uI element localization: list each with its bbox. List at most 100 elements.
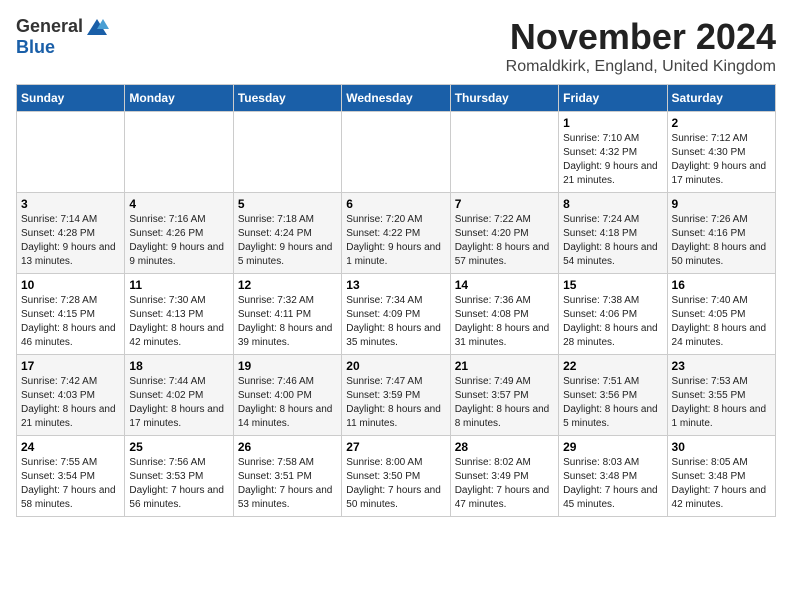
header-cell-monday: Monday (125, 85, 233, 112)
day-number: 4 (129, 197, 228, 211)
day-info: Sunrise: 7:20 AM Sunset: 4:22 PM Dayligh… (346, 213, 445, 269)
logo-general: General (16, 16, 83, 37)
day-info: Sunrise: 7:22 AM Sunset: 4:20 PM Dayligh… (455, 213, 554, 269)
day-info: Sunrise: 7:30 AM Sunset: 4:13 PM Dayligh… (129, 294, 228, 350)
day-info: Sunrise: 8:00 AM Sunset: 3:50 PM Dayligh… (346, 456, 445, 512)
day-info: Sunrise: 7:18 AM Sunset: 4:24 PM Dayligh… (238, 213, 337, 269)
day-number: 13 (346, 278, 445, 292)
day-cell: 3Sunrise: 7:14 AM Sunset: 4:28 PM Daylig… (17, 193, 125, 274)
day-number: 16 (672, 278, 771, 292)
logo: General Blue (16, 16, 109, 58)
day-number: 7 (455, 197, 554, 211)
day-info: Sunrise: 7:10 AM Sunset: 4:32 PM Dayligh… (563, 132, 662, 188)
header-row: SundayMondayTuesdayWednesdayThursdayFrid… (17, 85, 776, 112)
day-number: 18 (129, 359, 228, 373)
day-cell: 19 Sunrise: 7:46 AM Sunset: 4:00 PM Dayli… (233, 355, 341, 436)
day-cell (125, 112, 233, 193)
day-number: 29 (563, 440, 662, 454)
day-info: Sunrise: 7:24 AM Sunset: 4:18 PM Dayligh… (563, 213, 662, 269)
day-info: Sunrise: 7:44 AM Sunset: 4:02 PM Dayligh… (129, 375, 228, 431)
day-info: Sunrise: 8:03 AM Sunset: 3:48 PM Dayligh… (563, 456, 662, 512)
day-cell: 23 Sunrise: 7:53 AM Sunset: 3:55 PM Dayli… (667, 355, 775, 436)
header-cell-friday: Friday (559, 85, 667, 112)
day-cell (17, 112, 125, 193)
day-number: 12 (238, 278, 337, 292)
day-cell: 11Sunrise: 7:30 AM Sunset: 4:13 PM Dayli… (125, 274, 233, 355)
day-cell: 21 Sunrise: 7:49 AM Sunset: 3:57 PM Dayli… (450, 355, 558, 436)
day-number: 5 (238, 197, 337, 211)
day-number: 2 (672, 116, 771, 130)
header-cell-sunday: Sunday (17, 85, 125, 112)
week-row: 24Sunrise: 7:55 AM Sunset: 3:54 PM Dayli… (17, 436, 776, 517)
week-row: 1 Sunrise: 7:10 AM Sunset: 4:32 PM Daylig… (17, 112, 776, 193)
day-number: 26 (238, 440, 337, 454)
day-number: 19 (238, 359, 337, 373)
month-title: November 2024 (506, 16, 776, 58)
day-cell: 12 Sunrise: 7:32 AM Sunset: 4:11 PM Dayli… (233, 274, 341, 355)
day-cell: 29 Sunrise: 8:03 AM Sunset: 3:48 PM Dayli… (559, 436, 667, 517)
day-number: 10 (21, 278, 120, 292)
day-cell (342, 112, 450, 193)
day-cell: 17Sunrise: 7:42 AM Sunset: 4:03 PM Dayli… (17, 355, 125, 436)
day-cell: 22 Sunrise: 7:51 AM Sunset: 3:56 PM Dayli… (559, 355, 667, 436)
day-info: Sunrise: 8:05 AM Sunset: 3:48 PM Dayligh… (672, 456, 771, 512)
day-cell: 28Sunrise: 8:02 AM Sunset: 3:49 PM Dayli… (450, 436, 558, 517)
day-cell: 30Sunrise: 8:05 AM Sunset: 3:48 PM Dayli… (667, 436, 775, 517)
day-number: 28 (455, 440, 554, 454)
day-info: Sunrise: 7:26 AM Sunset: 4:16 PM Dayligh… (672, 213, 771, 269)
day-info: Sunrise: 7:32 AM Sunset: 4:11 PM Dayligh… (238, 294, 337, 350)
day-cell: 8 Sunrise: 7:24 AM Sunset: 4:18 PM Daylig… (559, 193, 667, 274)
week-row: 3Sunrise: 7:14 AM Sunset: 4:28 PM Daylig… (17, 193, 776, 274)
day-cell: 5 Sunrise: 7:18 AM Sunset: 4:24 PM Daylig… (233, 193, 341, 274)
day-cell: 2 Sunrise: 7:12 AM Sunset: 4:30 PM Daylig… (667, 112, 775, 193)
day-number: 27 (346, 440, 445, 454)
day-info: Sunrise: 7:53 AM Sunset: 3:55 PM Dayligh… (672, 375, 771, 431)
day-info: Sunrise: 7:42 AM Sunset: 4:03 PM Dayligh… (21, 375, 120, 431)
day-info: Sunrise: 7:40 AM Sunset: 4:05 PM Dayligh… (672, 294, 771, 350)
day-number: 21 (455, 359, 554, 373)
day-info: Sunrise: 7:46 AM Sunset: 4:00 PM Dayligh… (238, 375, 337, 431)
day-cell (450, 112, 558, 193)
day-cell: 6 Sunrise: 7:20 AM Sunset: 4:22 PM Daylig… (342, 193, 450, 274)
week-row: 17Sunrise: 7:42 AM Sunset: 4:03 PM Dayli… (17, 355, 776, 436)
day-info: Sunrise: 7:28 AM Sunset: 4:15 PM Dayligh… (21, 294, 120, 350)
day-number: 25 (129, 440, 228, 454)
day-cell: 27 Sunrise: 8:00 AM Sunset: 3:50 PM Dayli… (342, 436, 450, 517)
day-cell: 7 Sunrise: 7:22 AM Sunset: 4:20 PM Daylig… (450, 193, 558, 274)
day-cell (233, 112, 341, 193)
day-number: 9 (672, 197, 771, 211)
day-info: Sunrise: 7:16 AM Sunset: 4:26 PM Dayligh… (129, 213, 228, 269)
day-number: 24 (21, 440, 120, 454)
day-cell: 25 Sunrise: 7:56 AM Sunset: 3:53 PM Dayli… (125, 436, 233, 517)
header-cell-thursday: Thursday (450, 85, 558, 112)
header-cell-tuesday: Tuesday (233, 85, 341, 112)
location-title: Romaldkirk, England, United Kingdom (506, 58, 776, 76)
day-number: 23 (672, 359, 771, 373)
day-number: 8 (563, 197, 662, 211)
day-info: Sunrise: 7:51 AM Sunset: 3:56 PM Dayligh… (563, 375, 662, 431)
day-cell: 9 Sunrise: 7:26 AM Sunset: 4:16 PM Daylig… (667, 193, 775, 274)
day-cell: 10 Sunrise: 7:28 AM Sunset: 4:15 PM Dayli… (17, 274, 125, 355)
day-info: Sunrise: 7:12 AM Sunset: 4:30 PM Dayligh… (672, 132, 771, 188)
day-number: 6 (346, 197, 445, 211)
day-info: Sunrise: 7:36 AM Sunset: 4:08 PM Dayligh… (455, 294, 554, 350)
header-cell-wednesday: Wednesday (342, 85, 450, 112)
day-number: 15 (563, 278, 662, 292)
day-info: Sunrise: 7:49 AM Sunset: 3:57 PM Dayligh… (455, 375, 554, 431)
day-info: Sunrise: 7:58 AM Sunset: 3:51 PM Dayligh… (238, 456, 337, 512)
day-number: 22 (563, 359, 662, 373)
day-info: Sunrise: 7:47 AM Sunset: 3:59 PM Dayligh… (346, 375, 445, 431)
day-cell: 13Sunrise: 7:34 AM Sunset: 4:09 PM Dayli… (342, 274, 450, 355)
day-info: Sunrise: 7:56 AM Sunset: 3:53 PM Dayligh… (129, 456, 228, 512)
day-cell: 14Sunrise: 7:36 AM Sunset: 4:08 PM Dayli… (450, 274, 558, 355)
day-cell: 1 Sunrise: 7:10 AM Sunset: 4:32 PM Daylig… (559, 112, 667, 193)
day-cell: 18 Sunrise: 7:44 AM Sunset: 4:02 PM Dayli… (125, 355, 233, 436)
calendar-body: 1 Sunrise: 7:10 AM Sunset: 4:32 PM Daylig… (17, 112, 776, 517)
header-cell-saturday: Saturday (667, 85, 775, 112)
logo-blue: Blue (16, 37, 55, 58)
title-area: November 2024 Romaldkirk, England, Unite… (506, 16, 776, 76)
day-info: Sunrise: 7:14 AM Sunset: 4:28 PM Dayligh… (21, 213, 120, 269)
calendar-header: SundayMondayTuesdayWednesdayThursdayFrid… (17, 85, 776, 112)
day-number: 1 (563, 116, 662, 130)
page-header: General Blue November 2024 Romaldkirk, E… (16, 16, 776, 76)
